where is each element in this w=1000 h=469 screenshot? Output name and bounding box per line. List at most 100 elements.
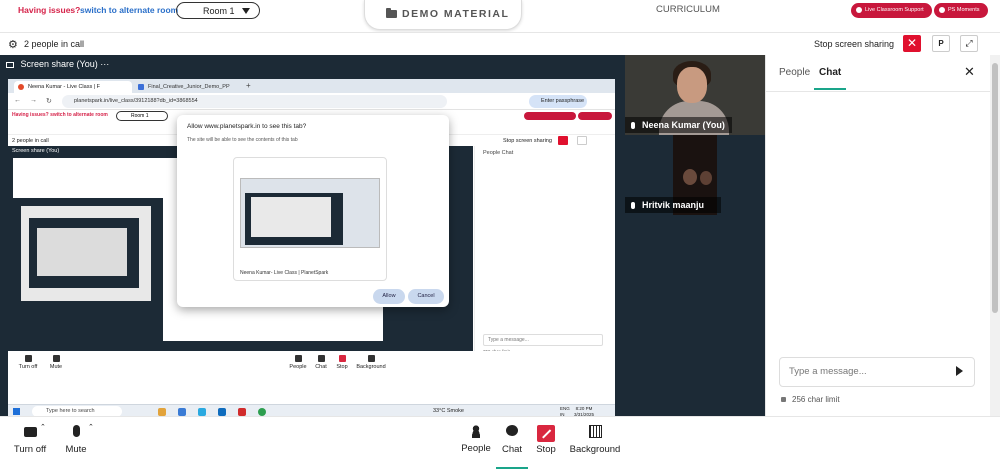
inner-ctrl-label: Turn off [18, 364, 38, 370]
mic-icon [631, 122, 635, 129]
room-select[interactable]: Room 1 [176, 2, 260, 19]
video-grid-empty [625, 215, 765, 416]
inner-chat-panel: People Chat Type a message... 256 char l… [474, 146, 615, 354]
opera-icon [238, 408, 246, 416]
address-bar: ← → ↻ planetspark.in/live_class/3912188?… [8, 93, 615, 110]
video-name-label: Neena Kumar (You) [625, 117, 732, 133]
inner-stop-sharing: Stop screen sharing [503, 138, 552, 144]
chevron-down-icon[interactable]: ⌃ [88, 423, 94, 431]
video-icon [24, 355, 32, 362]
demo-material-button[interactable]: DEMO MATERIAL [364, 0, 522, 30]
dialog-subtitle: The site will be able to see the content… [187, 137, 298, 143]
stage-label: Screen share (You) ··· [6, 59, 109, 69]
stop-screen-sharing-label: Stop screen sharing [814, 39, 895, 49]
inner-issues-label: Having issues? switch to alternate room [12, 112, 108, 118]
allow-button: Allow [373, 289, 405, 304]
inner-ctrl-turn-off: Turn off [16, 355, 40, 370]
tab-people[interactable]: People [779, 67, 810, 78]
browser-tab-live-class[interactable]: Neena Kumar - Live Class | F [14, 81, 132, 93]
switch-room-link[interactable]: switch to alternate room [80, 5, 178, 15]
send-icon[interactable] [956, 366, 963, 376]
stop-share-button[interactable]: Stop [532, 425, 560, 455]
stop-icon [338, 355, 346, 362]
issues-label: Having issues? [18, 5, 81, 15]
inner-ctrl-label: People [289, 364, 307, 370]
passphrase-button[interactable]: Enter passphrase [529, 95, 587, 108]
browser-tab-slides[interactable]: Final_Creative_Junior_Demo_PP [134, 81, 242, 93]
preview-window [251, 197, 331, 237]
mic-icon [52, 355, 60, 362]
camera-icon [939, 7, 945, 13]
inner-moments-pill [578, 112, 612, 120]
curriculum-link[interactable]: CURRICULUM [656, 4, 720, 15]
control-label: Chat [501, 444, 523, 455]
chevron-down-icon[interactable]: ⌃ [40, 423, 46, 431]
inner-ctrl-people: People [288, 355, 308, 370]
reload-icon[interactable]: ↻ [46, 97, 52, 105]
bottom-controls: Turn off ⌃ Mute ⌃ People Chat Stop Backg… [0, 416, 1000, 469]
chrome-icon [258, 408, 266, 416]
people-button[interactable]: People [458, 425, 494, 454]
stage-label-text[interactable]: Screen share (You) ··· [21, 59, 110, 69]
edge-icon [198, 408, 206, 416]
people-icon [470, 425, 482, 438]
demo-material-label: DEMO MATERIAL [402, 8, 510, 20]
close-icon[interactable]: ✕ [964, 64, 975, 80]
call-bar: ⚙ 2 people in call Stop screen sharing ✕… [0, 32, 1000, 55]
control-label: People [461, 443, 491, 454]
video-tile-student[interactable]: Hritvik maanju [625, 135, 765, 215]
live-support-label: Live Classroom Support [865, 7, 924, 13]
inner-people-count: 2 people in call [12, 138, 49, 144]
gear-icon[interactable]: ⚙ [8, 38, 18, 51]
dialog-title: Allow www.planetspark.in to see this tab… [187, 123, 307, 130]
scrollbar[interactable] [990, 55, 1000, 416]
browser-tab-strip: Neena Kumar - Live Class | F Final_Creat… [8, 79, 615, 93]
new-tab-icon[interactable]: + [246, 81, 251, 90]
back-icon[interactable]: ← [14, 97, 21, 104]
video-tile-self[interactable]: Neena Kumar (You) [625, 55, 765, 135]
pin-button[interactable]: P [932, 35, 950, 52]
main-stage: Screen share (You) ··· Neena Kumar - Liv… [0, 55, 625, 417]
inner-ctrl-mute: Mute [46, 355, 66, 370]
tab-chat[interactable]: Chat [819, 67, 841, 78]
forward-icon[interactable]: → [30, 97, 37, 104]
background-icon [367, 355, 375, 362]
chat-icon [317, 355, 325, 362]
inner-controls: Turn off Mute People Chat Stop Backgroun… [8, 351, 615, 379]
char-limit: 256 char limit [781, 395, 840, 404]
ps-moments-button[interactable]: PS Moments [934, 3, 988, 18]
outlook-icon [218, 408, 226, 416]
screen-share-icon [6, 62, 14, 68]
divider [766, 91, 991, 92]
folder-icon [386, 8, 397, 18]
chat-button[interactable]: Chat [496, 425, 528, 469]
active-tab-indicator [814, 88, 846, 90]
inner-ctrl-label: Mute [49, 364, 63, 370]
inner-ctrl-stop: Stop [333, 355, 351, 370]
video-camera-icon [23, 427, 37, 437]
url-field[interactable]: planetspark.in/live_class/3912188?db_id=… [62, 95, 447, 108]
inner-stage-label: Screen share (You) [12, 148, 60, 154]
app-root: Having issues? switch to alternate room … [0, 0, 1000, 469]
slides-icon [138, 84, 144, 90]
participant-name: Hritvik maanju [642, 200, 705, 210]
live-support-button[interactable]: Live Classroom Support [851, 3, 932, 18]
inner-chat-tabs: People Chat [483, 150, 514, 156]
participant-video [677, 67, 707, 103]
scrollbar-thumb[interactable] [992, 63, 998, 313]
participant-video [683, 169, 697, 185]
background-button[interactable]: Background [568, 425, 622, 455]
char-limit-text: 256 char limit [792, 395, 840, 404]
expand-icon[interactable]: ⤢ [960, 35, 978, 52]
stop-sharing-button[interactable]: ✕ [903, 35, 921, 52]
tab-preview-image [240, 178, 380, 248]
participant-name: Neena Kumar (You) [642, 120, 725, 130]
message-input[interactable]: Type a message... [779, 357, 975, 387]
inner-close-icon [558, 136, 568, 145]
participant-video [700, 171, 712, 185]
url-text: planetspark.in/live_class/3912188?db_id=… [74, 98, 198, 104]
inner-ctrl-label: Chat [315, 364, 327, 370]
mic-icon [631, 202, 635, 209]
taskbar-app-icon [158, 408, 166, 416]
background-icon [588, 425, 602, 438]
